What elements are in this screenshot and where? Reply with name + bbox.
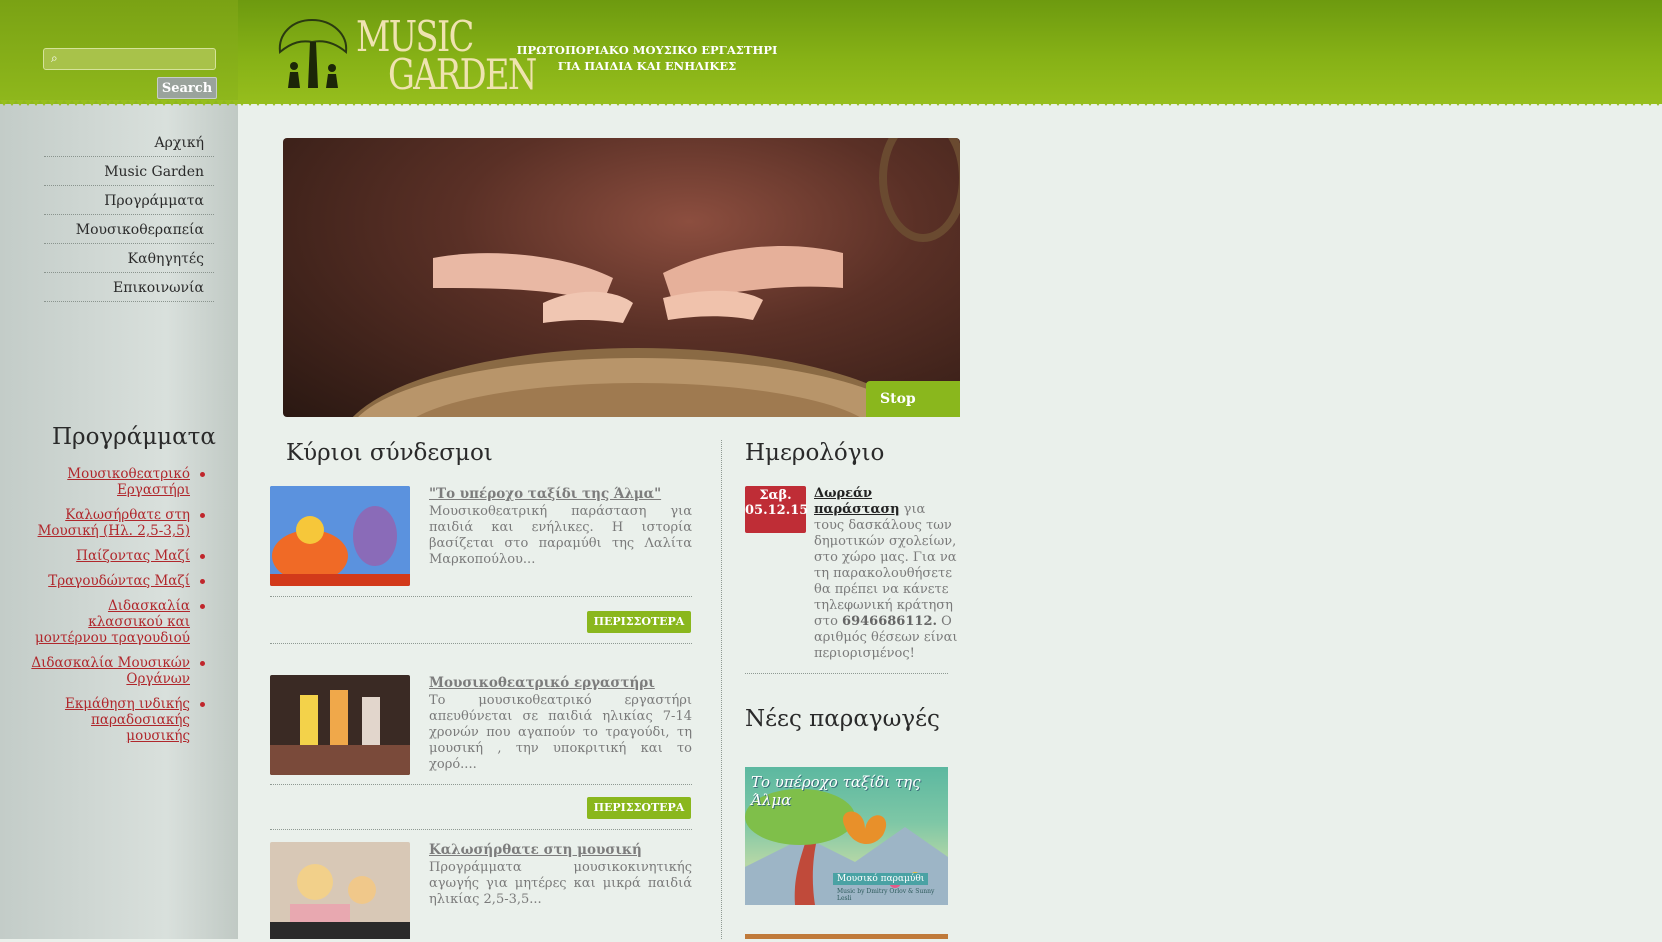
production-banner-next[interactable]: [745, 934, 948, 939]
site-tagline: ΠΡΩΤΟΠΟΡΙΑΚΟ ΜΟΥΣΙΚΟ ΕΡΓΑΣΤΗΡΙ ΓΙΑ ΠΑΙΔΙ…: [516, 43, 778, 73]
production-banner[interactable]: Το υπέροχο ταξίδι της Άλμα Μουσικό παραμ…: [745, 767, 948, 905]
zigzag-divider: [0, 100, 238, 108]
article-excerpt: Το μουσικοθεατρικό εργαστήρι απευθύνεται…: [429, 693, 692, 772]
sidebar: ⌕ Search Αρχική Music Garden Προγράμματα…: [0, 0, 238, 939]
article-item: Καλωσήρθατε στη μουσική Προγράμματα μουσ…: [270, 842, 692, 939]
divider: [745, 673, 948, 674]
zigzag-divider: [238, 100, 1662, 108]
tree-logo-icon: [278, 18, 348, 88]
article-thumbnail[interactable]: [270, 675, 410, 775]
program-link[interactable]: Εκμάθηση ινδικής παραδοσιακής μουσικής: [30, 696, 208, 744]
nav-item-programs[interactable]: Προγράμματα: [44, 186, 214, 215]
article-item: Μουσικοθεατρικό εργαστήρι Το μουσικοθεατ…: [270, 675, 692, 775]
calendar-heading: Ημερολόγιο: [745, 440, 885, 466]
main-nav: Αρχική Music Garden Προγράμματα Μουσικοθ…: [44, 128, 214, 302]
production-title: Το υπέροχο ταξίδι της Άλμα: [751, 773, 921, 809]
article-title-link[interactable]: Μουσικοθεατρικό εργαστήρι: [429, 675, 655, 691]
calendar-event: Δωρεάν παράσταση για τους δασκάλους των …: [814, 486, 958, 661]
bullet-icon: [200, 472, 205, 477]
search-button[interactable]: Search: [157, 77, 217, 99]
nav-item-contact[interactable]: Επικοινωνία: [44, 273, 214, 302]
bullet-icon: [200, 702, 205, 707]
nav-item-teachers[interactable]: Καθηγητές: [44, 244, 214, 273]
bullet-icon: [200, 661, 205, 666]
article-item: "Το υπέροχο ταξίδι της Άλμα" Μουσικοθεατ…: [270, 486, 692, 586]
divider: [270, 643, 692, 644]
divider: [270, 596, 692, 597]
bullet-icon: [200, 513, 205, 518]
search-input[interactable]: ⌕: [43, 48, 216, 70]
article-thumbnail[interactable]: [270, 486, 410, 586]
nav-item-music-therapy[interactable]: Μουσικοθεραπεία: [44, 215, 214, 244]
program-link[interactable]: Καλωσήρθατε στη Μουσική (Ηλ. 2,5-3,5): [30, 507, 208, 539]
production-credit: Music by Dmitry Orlov & Sunny Lesli: [837, 888, 935, 902]
article-excerpt: Προγράμματα μουσικοκινητικής αγωγής για …: [429, 860, 692, 907]
program-link[interactable]: Μουσικοθεατρικό Εργαστήρι: [30, 466, 208, 498]
calendar-event-link[interactable]: Δωρεάν παράσταση: [814, 486, 900, 517]
program-link[interactable]: Διδασκαλία κλασσικού και μοντέρνου τραγο…: [30, 598, 208, 646]
divider: [270, 829, 692, 830]
hero-slideshow-image: [283, 138, 960, 417]
article-excerpt: Μουσικοθεατρική παράσταση για παιδιά και…: [429, 504, 692, 567]
production-caption: Μουσικό παραμύθι: [833, 873, 929, 885]
bullet-icon: [200, 554, 205, 559]
site-logo[interactable]: MUSIC GARDEN: [272, 12, 537, 99]
phone-number: 6946686112.: [842, 614, 938, 629]
article-title-link[interactable]: Καλωσήρθατε στη μουσική: [429, 842, 642, 858]
main-links-heading: Κύριοι σύνδεσμοι: [286, 440, 493, 466]
calendar-date-badge: Σαβ. 05.12.15: [745, 486, 808, 533]
column-divider: [721, 440, 722, 939]
bullet-icon: [200, 604, 205, 609]
program-link[interactable]: Τραγουδώντας Μαζί: [30, 573, 208, 589]
article-title-link[interactable]: "Το υπέροχο ταξίδι της Άλμα": [429, 486, 661, 502]
drum-hands-photo: [352, 138, 960, 417]
slideshow-stop-button[interactable]: Stop: [866, 381, 960, 417]
more-button[interactable]: ΠΕΡΙΣΣΟΤΕΡΑ: [587, 797, 691, 819]
bullet-icon: [200, 579, 205, 584]
article-thumbnail[interactable]: [270, 842, 410, 942]
divider: [270, 784, 692, 785]
program-link[interactable]: Διδασκαλία Μουσικών Οργάνων: [30, 655, 208, 687]
more-button[interactable]: ΠΕΡΙΣΣΟΤΕΡΑ: [587, 611, 691, 633]
nav-item-home[interactable]: Αρχική: [44, 128, 214, 157]
programs-heading: Προγράμματα: [52, 424, 216, 450]
program-link[interactable]: Παίζοντας Μαζί: [30, 548, 208, 564]
new-productions-heading: Νέες παραγωγές: [745, 706, 940, 732]
search-icon: ⌕: [51, 51, 58, 65]
nav-item-music-garden[interactable]: Music Garden: [44, 157, 214, 186]
programs-list: Μουσικοθεατρικό Εργαστήρι Καλωσήρθατε στ…: [30, 466, 208, 753]
